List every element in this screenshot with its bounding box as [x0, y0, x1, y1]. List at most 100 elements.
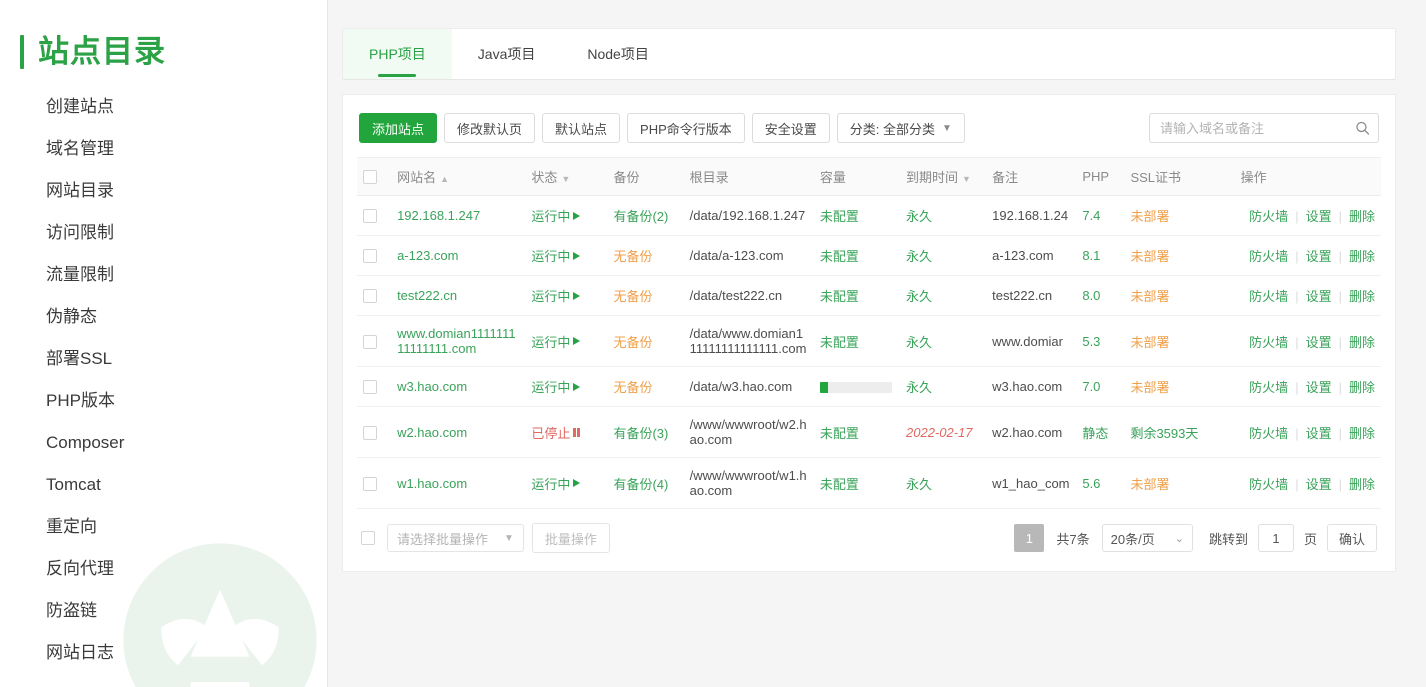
- site-name-link[interactable]: a-123.com: [397, 248, 458, 263]
- ssl-status-link[interactable]: 未部署: [1130, 380, 1169, 395]
- status-badge[interactable]: 运行中: [531, 206, 581, 225]
- delete-link[interactable]: 删除: [1349, 426, 1375, 441]
- sidebar-item-rewrite[interactable]: 伪静态: [0, 296, 327, 338]
- default-site-button[interactable]: 默认站点: [542, 113, 621, 143]
- site-name-link[interactable]: www.domian111111111111111.com: [397, 326, 516, 356]
- delete-link[interactable]: 删除: [1349, 289, 1375, 304]
- row-checkbox[interactable]: [363, 380, 377, 395]
- php-cli-version-button[interactable]: PHP命令行版本: [627, 113, 745, 143]
- ssl-status-link[interactable]: 剩余3593天: [1130, 426, 1198, 441]
- settings-link[interactable]: 设置: [1306, 380, 1332, 395]
- sidebar-item-tomcat[interactable]: Tomcat: [0, 464, 327, 506]
- row-checkbox[interactable]: [363, 289, 377, 304]
- status-badge[interactable]: 运行中: [531, 377, 581, 396]
- firewall-link[interactable]: 防火墙: [1249, 289, 1288, 304]
- sidebar-item-hotlink-protection[interactable]: 防盗链: [0, 590, 327, 632]
- backup-link[interactable]: 无备份: [613, 289, 652, 304]
- site-name-link[interactable]: test222.cn: [397, 288, 457, 303]
- settings-link[interactable]: 设置: [1306, 209, 1332, 224]
- sidebar-item-deploy-ssl[interactable]: 部署SSL: [0, 338, 327, 380]
- expire-value[interactable]: 永久: [906, 209, 932, 224]
- root-dir-link[interactable]: /www/wwwroot/w2.hao.com: [690, 417, 807, 447]
- search-input[interactable]: [1150, 114, 1378, 142]
- sidebar-item-traffic-limit[interactable]: 流量限制: [0, 254, 327, 296]
- footer-select-all-checkbox[interactable]: [361, 531, 375, 545]
- delete-link[interactable]: 删除: [1349, 477, 1375, 492]
- ssl-status-link[interactable]: 未部署: [1130, 249, 1169, 264]
- sidebar-item-php-version[interactable]: PHP版本: [0, 380, 327, 422]
- expire-value[interactable]: 永久: [906, 477, 932, 492]
- row-checkbox[interactable]: [363, 425, 377, 440]
- root-dir-link[interactable]: /data/w3.hao.com: [690, 379, 793, 394]
- note-value[interactable]: a-123.com: [992, 248, 1053, 263]
- settings-link[interactable]: 设置: [1306, 289, 1332, 304]
- status-badge[interactable]: 运行中: [531, 332, 581, 351]
- batch-operation-select[interactable]: 请选择批量操作 ▼: [387, 524, 524, 552]
- row-checkbox[interactable]: [363, 209, 377, 224]
- root-dir-link[interactable]: /www/wwwroot/w1.hao.com: [690, 468, 807, 498]
- firewall-link[interactable]: 防火墙: [1249, 249, 1288, 264]
- ssl-status-link[interactable]: 未部署: [1130, 209, 1169, 224]
- delete-link[interactable]: 删除: [1349, 380, 1375, 395]
- site-name-link[interactable]: w1.hao.com: [397, 476, 467, 491]
- root-dir-link[interactable]: /data/www.domian111111111111111.com: [690, 326, 807, 356]
- settings-link[interactable]: 设置: [1306, 335, 1332, 350]
- php-version-link[interactable]: 静态: [1082, 426, 1108, 441]
- note-value[interactable]: w3.hao.com: [992, 379, 1062, 394]
- th-site-name[interactable]: 网站名 ▲: [391, 157, 526, 196]
- firewall-link[interactable]: 防火墙: [1249, 477, 1288, 492]
- tab-php-project[interactable]: PHP项目: [343, 29, 452, 79]
- backup-link[interactable]: 有备份(2): [613, 209, 668, 224]
- expire-value[interactable]: 2022-02-17: [906, 425, 973, 440]
- note-value[interactable]: w2.hao.com: [992, 425, 1062, 440]
- expire-value[interactable]: 永久: [906, 249, 932, 264]
- batch-action-button[interactable]: 批量操作: [531, 523, 610, 553]
- delete-link[interactable]: 删除: [1349, 249, 1375, 264]
- security-settings-button[interactable]: 安全设置: [751, 113, 830, 143]
- root-dir-link[interactable]: /data/a-123.com: [690, 248, 784, 263]
- ssl-status-link[interactable]: 未部署: [1130, 335, 1169, 350]
- site-name-link[interactable]: w3.hao.com: [397, 379, 467, 394]
- page-number-1[interactable]: 1: [1014, 524, 1045, 552]
- php-version-link[interactable]: 8.0: [1082, 288, 1100, 303]
- tab-node-project[interactable]: Node项目: [561, 29, 674, 79]
- status-badge[interactable]: 已停止: [531, 423, 580, 442]
- note-value[interactable]: test222.cn: [992, 288, 1052, 303]
- th-expire-time[interactable]: 到期时间 ▼: [900, 157, 987, 196]
- row-checkbox[interactable]: [363, 476, 377, 491]
- status-badge[interactable]: 运行中: [531, 286, 581, 305]
- sidebar-item-access-restriction[interactable]: 访问限制: [0, 212, 327, 254]
- site-name-link[interactable]: w2.hao.com: [397, 425, 467, 440]
- delete-link[interactable]: 删除: [1349, 209, 1375, 224]
- ssl-status-link[interactable]: 未部署: [1130, 477, 1169, 492]
- row-checkbox[interactable]: [363, 249, 377, 264]
- settings-link[interactable]: 设置: [1306, 426, 1332, 441]
- backup-link[interactable]: 无备份: [613, 335, 652, 350]
- status-badge[interactable]: 运行中: [531, 246, 581, 265]
- php-version-link[interactable]: 5.6: [1082, 476, 1100, 491]
- th-status[interactable]: 状态 ▼: [525, 157, 608, 196]
- expire-value[interactable]: 永久: [906, 380, 932, 395]
- jump-page-input[interactable]: 1: [1257, 524, 1294, 552]
- php-version-link[interactable]: 5.3: [1082, 334, 1100, 349]
- firewall-link[interactable]: 防火墙: [1249, 380, 1288, 395]
- sidebar-item-create-site[interactable]: 创建站点: [0, 86, 327, 128]
- expire-value[interactable]: 永久: [906, 289, 932, 304]
- search-icon[interactable]: [1355, 121, 1370, 136]
- modify-default-page-button[interactable]: 修改默认页: [444, 113, 536, 143]
- note-value[interactable]: w1_hao_com: [992, 476, 1069, 491]
- page-size-select[interactable]: 20条/页 ⌄: [1101, 524, 1193, 552]
- settings-link[interactable]: 设置: [1306, 249, 1332, 264]
- delete-link[interactable]: 删除: [1349, 335, 1375, 350]
- root-dir-link[interactable]: /data/test222.cn: [690, 288, 783, 303]
- add-site-button[interactable]: 添加站点: [359, 113, 438, 143]
- note-value[interactable]: 192.168.1.24: [992, 208, 1068, 223]
- php-version-link[interactable]: 7.0: [1082, 379, 1100, 394]
- select-all-checkbox[interactable]: [363, 170, 377, 185]
- note-value[interactable]: www.domiar: [992, 334, 1063, 349]
- php-version-link[interactable]: 8.1: [1082, 248, 1100, 263]
- row-checkbox[interactable]: [363, 334, 377, 349]
- jump-confirm-button[interactable]: 确认: [1326, 524, 1377, 552]
- backup-link[interactable]: 无备份: [613, 249, 652, 264]
- ssl-status-link[interactable]: 未部署: [1130, 289, 1169, 304]
